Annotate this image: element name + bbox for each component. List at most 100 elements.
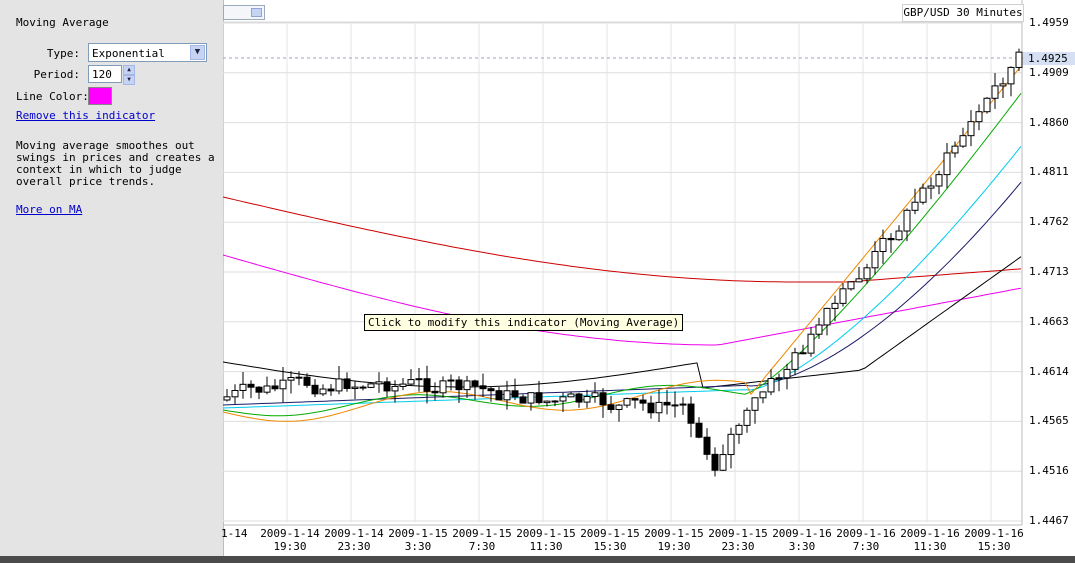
candle-up: [759, 391, 767, 399]
candle-down: [271, 385, 279, 390]
candle-down: [423, 378, 431, 392]
candle-up: [831, 302, 839, 309]
candle-down: [695, 422, 703, 438]
interval-label: 30 Minutes: [956, 6, 1023, 19]
candle-up: [279, 379, 287, 390]
period-input[interactable]: 120: [88, 65, 122, 83]
candle-up: [983, 97, 991, 113]
candle-up: [335, 378, 343, 392]
more-on-ma-link[interactable]: More on MA: [16, 203, 82, 216]
candle-down: [647, 402, 655, 414]
ma-line-green: [223, 93, 1022, 417]
candle-down: [799, 352, 807, 355]
candle-up: [439, 380, 447, 394]
candle-up: [263, 385, 271, 393]
price-tick-label: 1.4713: [1029, 265, 1069, 278]
candle-up: [239, 383, 247, 391]
candle-up: [615, 404, 623, 410]
candle-up: [543, 400, 551, 404]
moving-average-lines: [223, 65, 1022, 422]
candle-up: [399, 383, 407, 387]
candle-up: [551, 400, 559, 403]
candle-up: [1007, 66, 1015, 85]
candle-down: [607, 404, 615, 410]
candle-down: [599, 392, 607, 406]
candle-up: [679, 403, 687, 406]
candle-up: [871, 250, 879, 269]
candle-up: [751, 397, 759, 411]
candle-up: [527, 392, 535, 404]
type-label: Type:: [46, 47, 80, 60]
candle-up: [727, 433, 735, 456]
candle-down: [303, 376, 311, 386]
price-tick-label: 1.4909: [1029, 65, 1069, 79]
candle-down: [711, 453, 719, 471]
candle-up: [927, 185, 935, 189]
time-tick-label: 1-14: [221, 527, 248, 540]
price-tick-label: 1.4663: [1029, 314, 1069, 328]
candle-down: [247, 383, 255, 388]
scroll-thumb[interactable]: [251, 8, 262, 17]
type-select[interactable]: Exponential ▼: [88, 43, 207, 62]
candle-up: [655, 401, 663, 414]
current-price-tag: 1.4925: [1023, 52, 1075, 65]
candle-down: [327, 388, 335, 392]
price-chart[interactable]: GBP/USD 30 Minutes 1.4925 1.4959 1.4909 1.…: [221, 0, 1075, 556]
candle-up: [975, 111, 983, 123]
stepper-down-icon[interactable]: ▼: [123, 75, 135, 85]
candle-up: [951, 145, 959, 154]
time-tick-label: 2009-1-15 3:30: [388, 527, 448, 553]
candle-up: [559, 396, 567, 402]
candle-up: [839, 288, 847, 304]
candle-up: [623, 398, 631, 406]
candle-up: [415, 378, 423, 381]
time-tick-label: 2009-1-16 15:30: [964, 527, 1024, 553]
candle-up: [367, 383, 375, 388]
candle-up: [911, 201, 919, 211]
line-color-swatch[interactable]: [88, 87, 112, 105]
candle-down: [639, 399, 647, 404]
remove-indicator-link[interactable]: Remove this indicator: [16, 109, 155, 122]
candle-up: [919, 187, 927, 203]
candle-up: [775, 377, 783, 380]
time-tick-label: 2009-1-15 15:30: [580, 527, 640, 553]
price-tick-label: 1.4762: [1029, 215, 1069, 229]
stepper-up-icon[interactable]: ▲: [123, 65, 135, 75]
candle-up: [567, 393, 575, 398]
candle-up: [223, 396, 231, 401]
chart-scroll-control[interactable]: [223, 5, 265, 20]
candle-down: [671, 404, 679, 407]
ma-line-magenta: [223, 254, 1022, 346]
candle-up: [1015, 51, 1023, 68]
candle-up: [959, 135, 967, 147]
bottom-bar: [0, 556, 1075, 563]
period-input-value: 120: [92, 68, 112, 81]
candle-up: [391, 385, 399, 392]
candle-down: [343, 378, 351, 389]
indicator-settings-panel: Moving Average Type: Exponential ▼ Perio…: [0, 0, 224, 556]
candle-up: [463, 380, 471, 391]
candle-up: [735, 424, 743, 435]
price-tick-label: 1.4516: [1029, 464, 1069, 478]
candle-up: [583, 395, 591, 403]
symbol-label: GBP/USD: [903, 6, 950, 19]
period-stepper[interactable]: ▲ ▼: [123, 65, 135, 85]
candle-up: [503, 390, 511, 401]
candle-down: [535, 392, 543, 404]
candle-up: [847, 281, 855, 290]
candle-down: [255, 386, 263, 393]
chevron-down-icon[interactable]: ▼: [190, 45, 205, 60]
candle-up: [815, 324, 823, 335]
candle-up: [767, 378, 775, 393]
candle-down: [383, 381, 391, 392]
ma-line-cyan: [223, 145, 1022, 409]
time-tick-label: 2009-1-16 7:30: [836, 527, 896, 553]
candle-up: [591, 392, 599, 397]
candle-up: [895, 230, 903, 241]
candle-up: [903, 209, 911, 232]
candle-up: [943, 152, 951, 176]
candle-down: [575, 393, 583, 403]
candle-down: [495, 390, 503, 401]
price-tick-label: 1.4467: [1029, 514, 1069, 527]
chart-canvas[interactable]: [223, 0, 1075, 556]
